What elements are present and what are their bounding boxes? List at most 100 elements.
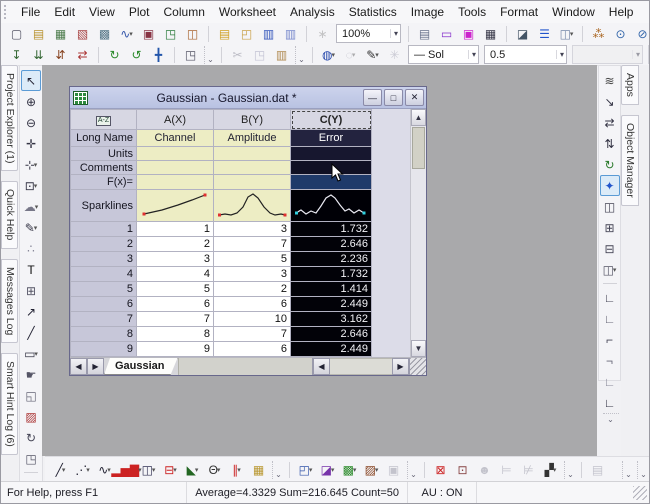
units-b[interactable] bbox=[214, 147, 291, 161]
rotate-tool[interactable]: ↻ bbox=[21, 427, 41, 448]
chevron-down-icon[interactable]: ▾ bbox=[34, 350, 38, 358]
new-right-y-layer-button[interactable]: ¬ bbox=[600, 350, 620, 371]
worksheet-titlebar[interactable]: Gaussian - Gaussian.dat * — □ ✕ bbox=[70, 87, 426, 109]
menu-worksheet[interactable]: Worksheet bbox=[212, 3, 283, 21]
multi-panel-plot-button[interactable]: ◫▾ bbox=[138, 460, 159, 480]
dock-tab-project-explorer-1[interactable]: Project Explorer (1) bbox=[1, 65, 18, 171]
cell-b[interactable]: 7 bbox=[214, 327, 291, 342]
line-plot-button[interactable]: ╱▾ bbox=[50, 460, 71, 480]
new-left-y-layer-button[interactable]: ∟ bbox=[600, 308, 620, 329]
cell-c[interactable]: 2.646 bbox=[291, 237, 372, 252]
pointer-tool[interactable]: ↖ bbox=[21, 70, 41, 91]
glow-button[interactable]: ✳ bbox=[384, 45, 405, 65]
cell-c[interactable]: 2.646 bbox=[291, 327, 372, 342]
chevron-down-icon[interactable]: ▾ bbox=[352, 51, 356, 59]
toolbar-overflow-button[interactable]: ⌄ bbox=[272, 461, 284, 479]
paste-button[interactable]: ▥ bbox=[271, 45, 292, 65]
cell-b[interactable]: 6 bbox=[214, 297, 291, 312]
toolbar-overflow-button[interactable]: ⌄ bbox=[407, 461, 419, 479]
horizontal-scroll-track[interactable] bbox=[330, 358, 392, 375]
cell-b[interactable]: 5 bbox=[214, 252, 291, 267]
swap-mask-button[interactable]: ⊭ bbox=[518, 460, 539, 480]
rectangle-tool[interactable]: ▭▾ bbox=[21, 343, 41, 364]
3d-scatter-plot-button[interactable]: ◰▾ bbox=[295, 460, 316, 480]
chevron-down-icon[interactable]: ▾ bbox=[331, 51, 335, 59]
chevron-down-icon[interactable]: ▾ bbox=[173, 466, 177, 474]
row-number[interactable]: 5 bbox=[71, 282, 137, 297]
comments-a[interactable] bbox=[137, 161, 214, 175]
mask-toggle-button[interactable]: ▞▾ bbox=[540, 460, 561, 480]
row-number[interactable]: 7 bbox=[71, 312, 137, 327]
tab-scroll-right-button[interactable]: ▶ bbox=[87, 358, 104, 375]
selection-on-plot-tool[interactable]: ⊡▾ bbox=[21, 175, 41, 196]
cell-a[interactable]: 8 bbox=[137, 327, 214, 342]
stock-plot-button[interactable]: ∥▾ bbox=[226, 460, 247, 480]
import-single-ascii-button[interactable]: ↧ bbox=[6, 45, 27, 65]
add-inset-data-button[interactable]: ⊟ bbox=[600, 238, 620, 259]
row-label[interactable]: Comments bbox=[71, 161, 137, 175]
import-wizard-ascii-button[interactable]: ⇵ bbox=[50, 45, 71, 65]
cell-b[interactable]: 2 bbox=[214, 282, 291, 297]
new-function-plot-button[interactable]: ∿▾ bbox=[116, 24, 137, 44]
cell-b[interactable]: 3 bbox=[214, 267, 291, 282]
open-file-button[interactable]: ▤ bbox=[214, 24, 235, 44]
worksheet-window[interactable]: Gaussian - Gaussian.dat * — □ ✕ A-Z A(X)… bbox=[69, 86, 427, 376]
new-bottom-x-layer-button[interactable]: ∟ bbox=[600, 287, 620, 308]
antialiasing-toggle-button[interactable]: ≋ bbox=[600, 70, 620, 91]
new-workbook-button[interactable]: ▦ bbox=[50, 24, 71, 44]
rescale-axes-button[interactable]: ↘ bbox=[600, 91, 620, 112]
copy-button[interactable]: ◳ bbox=[249, 45, 270, 65]
cell-a[interactable]: 1 bbox=[137, 222, 214, 237]
chevron-down-icon[interactable]: ▾ bbox=[556, 50, 564, 59]
text-tool[interactable]: T bbox=[21, 259, 41, 280]
3d-surface-plot-button[interactable]: ◪▾ bbox=[317, 460, 338, 480]
chevron-down-icon[interactable]: ▾ bbox=[237, 466, 241, 474]
toolbar-overflow-button[interactable]: ⌄ bbox=[603, 413, 619, 424]
long-name-b[interactable]: Amplitude bbox=[214, 130, 291, 147]
dock-tab-object-manager[interactable]: Object Manager bbox=[621, 115, 639, 206]
menu-plot[interactable]: Plot bbox=[122, 3, 157, 21]
row-label[interactable]: Long Name bbox=[71, 130, 137, 147]
specialized-plot-button[interactable]: Θ▾ bbox=[204, 460, 225, 480]
chevron-down-icon[interactable]: ▾ bbox=[553, 466, 557, 474]
select-all-corner[interactable]: A-Z bbox=[71, 110, 137, 130]
chevron-down-icon[interactable]: ▾ bbox=[309, 466, 313, 474]
menu-tools[interactable]: Tools bbox=[451, 3, 493, 21]
sheet-tab-gaussian[interactable]: Gaussian bbox=[104, 358, 178, 375]
tab-scroll-left-button[interactable]: ◀ bbox=[70, 358, 87, 375]
import-wizard-button[interactable]: ∗ bbox=[312, 24, 333, 44]
draw-data-tool[interactable]: ✎▾ bbox=[21, 217, 41, 238]
units-a[interactable] bbox=[137, 147, 214, 161]
row-label[interactable]: F(x)= bbox=[71, 175, 137, 190]
row-number[interactable]: 8 bbox=[71, 327, 137, 342]
row-label[interactable]: Sparklines bbox=[71, 190, 137, 222]
new-inset-data-layer-button[interactable]: ∟ bbox=[600, 392, 620, 413]
insert-image-tool[interactable]: ▨ bbox=[21, 406, 41, 427]
recalculate-button[interactable]: ↺ bbox=[126, 45, 147, 65]
statusbar-resize-grip[interactable] bbox=[633, 486, 647, 500]
toolbar-overflow-button[interactable]: ⌄ bbox=[637, 461, 649, 479]
find-button[interactable]: ⊙ bbox=[610, 24, 631, 44]
data-reader-tool[interactable]: ⊹▾ bbox=[21, 154, 41, 175]
flip-axes-button[interactable]: ⇅ bbox=[600, 133, 620, 154]
menu-file[interactable]: File bbox=[14, 3, 47, 21]
menu-statistics[interactable]: Statistics bbox=[342, 3, 404, 21]
menu-window[interactable]: Window bbox=[545, 3, 602, 21]
import-multiple-ascii-button[interactable]: ⇊ bbox=[28, 45, 49, 65]
cell-c[interactable]: 1.732 bbox=[291, 222, 372, 237]
menu-edit[interactable]: Edit bbox=[47, 3, 82, 21]
toolbar-overflow-button[interactable]: ⌄ bbox=[204, 46, 216, 64]
fx-a[interactable] bbox=[137, 175, 214, 190]
cell-a[interactable]: 5 bbox=[137, 282, 214, 297]
pan-tool[interactable]: ☛ bbox=[21, 364, 41, 385]
cell-c[interactable]: 2.449 bbox=[291, 342, 372, 357]
image-profile-button[interactable]: ▣ bbox=[383, 460, 404, 480]
chevron-down-icon[interactable]: ▾ bbox=[217, 466, 221, 474]
highlight-color-button[interactable]: ◌▾ bbox=[340, 45, 361, 65]
column-header-b[interactable]: B(Y) bbox=[214, 110, 291, 130]
scroll-right-button[interactable]: ▶ bbox=[392, 358, 409, 375]
chevron-down-icon[interactable]: ▾ bbox=[86, 466, 90, 474]
fx-b[interactable] bbox=[214, 175, 291, 190]
toolbar-overflow-button[interactable]: ⌄ bbox=[295, 46, 307, 64]
chevron-down-icon[interactable]: ▾ bbox=[468, 50, 476, 59]
